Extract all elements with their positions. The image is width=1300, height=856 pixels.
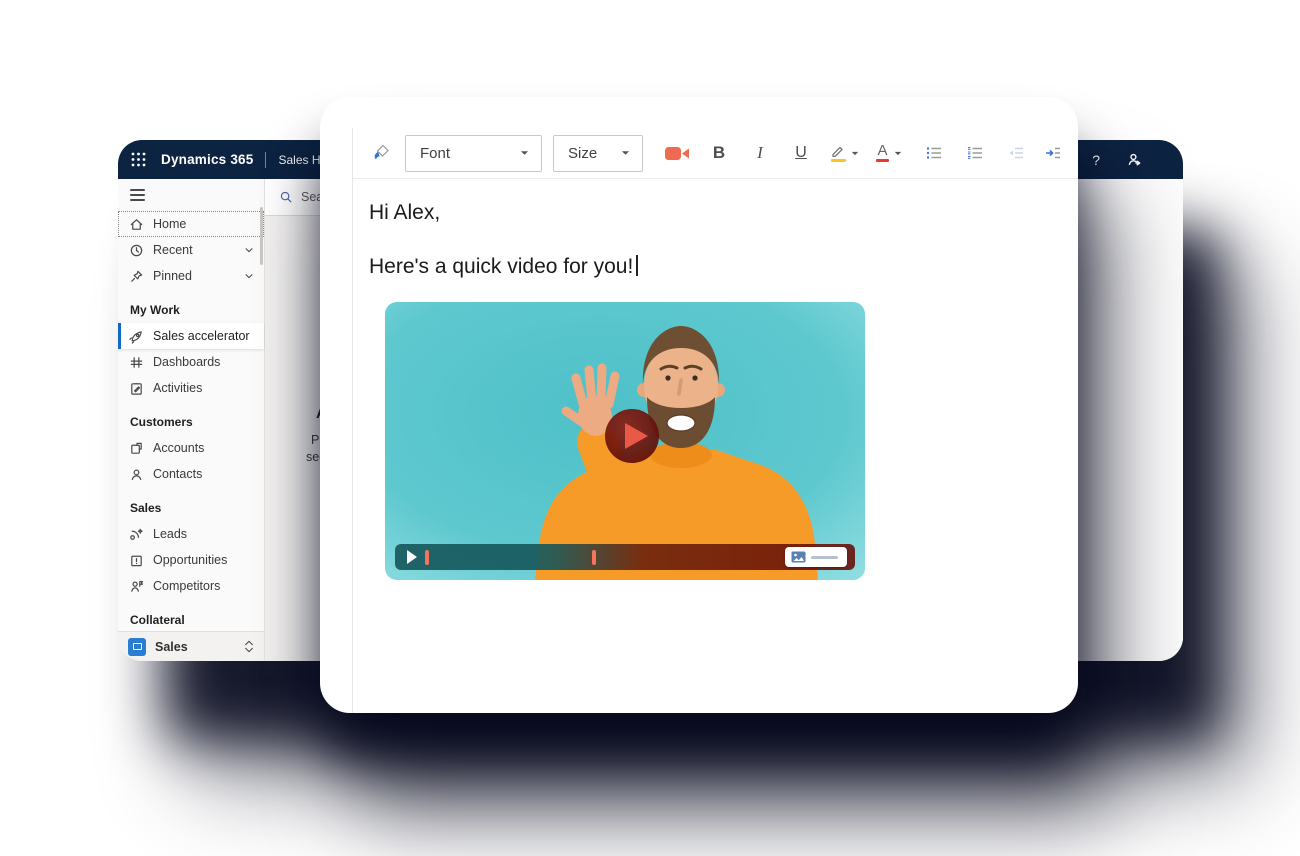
- area-switcher[interactable]: Sales: [118, 631, 264, 661]
- sidebar-scrollbar[interactable]: [260, 207, 263, 265]
- sidebar-item-home[interactable]: Home: [118, 211, 264, 237]
- chevron-down-icon[interactable]: [244, 271, 254, 281]
- sidebar-item-recent[interactable]: Recent: [118, 237, 264, 263]
- video-camera-icon: [664, 145, 690, 162]
- sidebar-item-label: Sales accelerator: [153, 329, 250, 343]
- help-icon[interactable]: ?: [1092, 152, 1100, 168]
- font-dropdown[interactable]: Font: [405, 135, 542, 172]
- sidebar-section-my-work: My Work: [118, 289, 264, 323]
- sidebar-item-pinned[interactable]: Pinned: [118, 263, 264, 289]
- search-icon: [279, 190, 293, 204]
- thumbnail-pill[interactable]: [785, 547, 847, 567]
- font-dropdown-value: Font: [420, 145, 520, 162]
- caret-down-icon: [520, 150, 529, 156]
- sidebar-item-accounts[interactable]: Accounts: [118, 435, 264, 461]
- sidebar-item-label: Accounts: [153, 441, 204, 455]
- caret-down-icon: [851, 151, 859, 156]
- sidebar-item-label: Leads: [153, 527, 187, 541]
- font-color-button[interactable]: A: [876, 144, 902, 162]
- pin-icon: [129, 269, 144, 284]
- sidebar-item-competitors[interactable]: Competitors: [118, 573, 264, 599]
- highlight-color-button[interactable]: [830, 144, 859, 162]
- sidebar-item-label: Pinned: [153, 269, 192, 283]
- image-icon: [791, 551, 806, 563]
- chevron-up-down-icon: [244, 640, 254, 653]
- sidebar-item-activities[interactable]: Activities: [118, 375, 264, 401]
- email-editor-card: Font Size B I U: [320, 97, 1078, 713]
- italic-button[interactable]: I: [748, 143, 772, 163]
- outdent-icon: [1007, 146, 1025, 160]
- chevron-down-icon[interactable]: [244, 245, 254, 255]
- format-painter-icon[interactable]: [371, 143, 391, 163]
- email-message: Here's a quick video for you!: [369, 255, 633, 278]
- timeline-marker[interactable]: [592, 550, 596, 565]
- sidebar-item-contacts[interactable]: Contacts: [118, 461, 264, 487]
- caret-down-icon: [894, 151, 902, 156]
- numbered-list-button[interactable]: [966, 146, 984, 160]
- sidebar-section-collateral: Collateral: [118, 599, 264, 633]
- phone-star-icon: [129, 527, 144, 542]
- video-timeline-bar[interactable]: [395, 544, 855, 570]
- sidebar-item-label: Dashboards: [153, 355, 220, 369]
- pill-caption-bar: [811, 556, 838, 559]
- email-body-editor[interactable]: Hi Alex, Here's a quick video for you!: [353, 179, 1078, 580]
- bold-button[interactable]: B: [707, 143, 731, 163]
- sidebar-item-opportunities[interactable]: Opportunities: [118, 547, 264, 573]
- size-dropdown[interactable]: Size: [553, 135, 643, 172]
- bullet-list-button[interactable]: [925, 146, 943, 160]
- video-play-overlay: [605, 409, 659, 463]
- underline-button[interactable]: U: [789, 144, 813, 162]
- sidebar-item-label: Contacts: [153, 467, 202, 481]
- sidebar-section-sales: Sales: [118, 487, 264, 521]
- brand-title: Dynamics 365: [161, 152, 253, 167]
- sidebar-item-label: Activities: [153, 381, 202, 395]
- video-play-icon[interactable]: [407, 550, 417, 564]
- timeline-marker[interactable]: [425, 550, 429, 565]
- video-scene: [385, 302, 865, 580]
- building-icon: [129, 441, 144, 456]
- sidebar-item-label: Recent: [153, 243, 193, 257]
- header-divider: [265, 152, 266, 168]
- rocket-icon: [129, 329, 144, 344]
- app-launcher-icon[interactable]: [130, 151, 147, 168]
- site-map-sidebar: Home Recent Pinned My Work: [118, 179, 265, 661]
- video-thumbnail[interactable]: [385, 302, 865, 580]
- home-icon: [129, 217, 144, 232]
- area-label: Sales: [155, 640, 188, 654]
- text-cursor: [636, 255, 638, 276]
- highlight-pen-icon: [830, 144, 846, 157]
- bullet-list-icon: [925, 146, 943, 160]
- insert-video-button[interactable]: [664, 145, 690, 162]
- dashboard-icon: [129, 355, 144, 370]
- hamburger-menu-icon[interactable]: [130, 189, 145, 201]
- indent-icon: [1044, 146, 1062, 160]
- numbered-list-icon: [966, 146, 984, 160]
- font-color-letter: A: [877, 144, 887, 157]
- sidebar-item-dashboards[interactable]: Dashboards: [118, 349, 264, 375]
- screenshot-canvas: Dynamics 365 Sales Hub ? Home: [0, 0, 1300, 856]
- area-icon: [128, 638, 146, 656]
- decrease-indent-button[interactable]: [1007, 146, 1025, 160]
- person-flag-icon: [129, 579, 144, 594]
- size-dropdown-value: Size: [568, 145, 621, 162]
- increase-indent-button[interactable]: [1044, 146, 1062, 160]
- caret-down-icon: [621, 150, 630, 156]
- email-greeting: Hi Alex,: [369, 199, 1078, 226]
- sidebar-item-label: Competitors: [153, 579, 220, 593]
- clock-icon: [129, 243, 144, 258]
- clipboard-pencil-icon: [129, 381, 144, 396]
- sidebar-item-leads[interactable]: Leads: [118, 521, 264, 547]
- box-exclaim-icon: [129, 553, 144, 568]
- sidebar-item-sales-accelerator[interactable]: Sales accelerator: [118, 323, 264, 349]
- rich-text-toolbar: Font Size B I U: [353, 128, 1078, 179]
- sidebar-section-customers: Customers: [118, 401, 264, 435]
- person-icon: [129, 467, 144, 482]
- sidebar-item-label: Opportunities: [153, 553, 227, 567]
- user-switch-icon[interactable]: [1126, 151, 1143, 168]
- sidebar-item-label: Home: [153, 217, 186, 231]
